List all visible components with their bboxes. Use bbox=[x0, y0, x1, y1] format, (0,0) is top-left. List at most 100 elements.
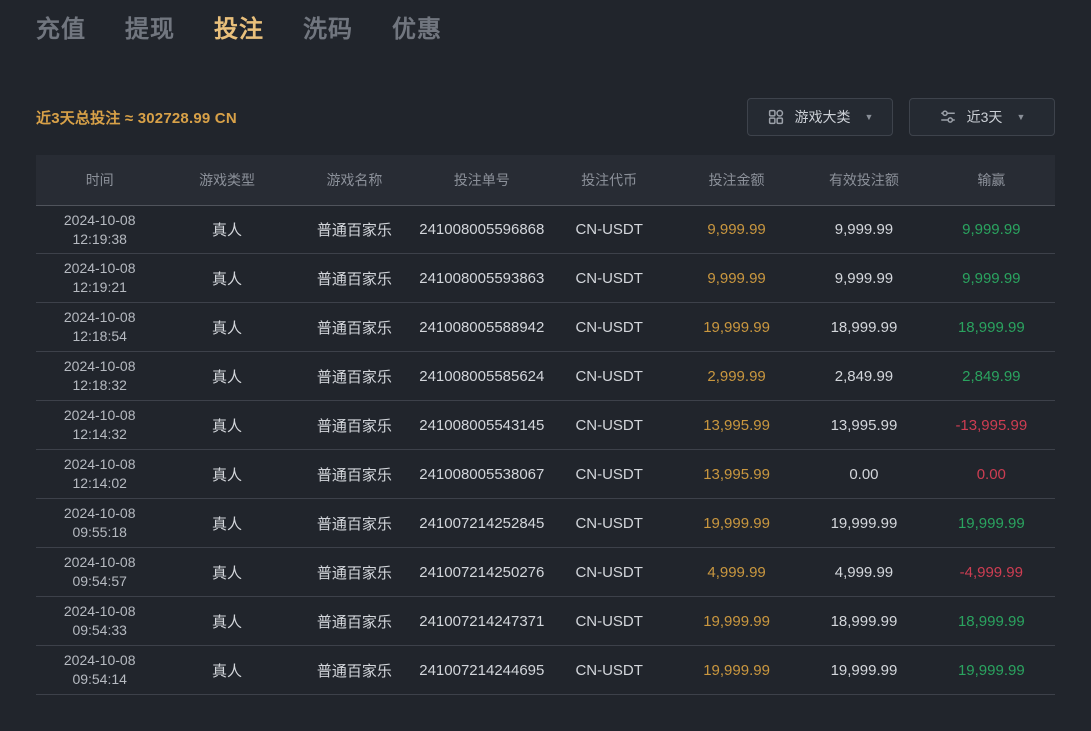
cell-time: 2024-10-08 12:19:21 bbox=[36, 259, 163, 297]
bets-table: 时间 游戏类型 游戏名称 投注单号 投注代币 投注金额 有效投注额 输赢 202… bbox=[36, 155, 1055, 695]
header-valid-bet: 有效投注额 bbox=[800, 170, 927, 190]
chevron-down-icon: ▼ bbox=[1016, 112, 1025, 122]
table-row: 2024-10-08 12:18:54 真人 普通百家乐 24100800558… bbox=[36, 303, 1055, 352]
cell-valid-bet: 4,999.99 bbox=[800, 564, 927, 581]
cell-valid-bet: 13,995.99 bbox=[800, 417, 927, 434]
cell-order-no: 241007214244695 bbox=[418, 662, 545, 679]
cell-order-no: 241008005538067 bbox=[418, 466, 545, 483]
cell-valid-bet: 18,999.99 bbox=[800, 319, 927, 336]
cell-time: 2024-10-08 12:19:38 bbox=[36, 211, 163, 249]
cell-game-type: 真人 bbox=[163, 562, 290, 583]
cell-bet-amount: 19,999.99 bbox=[673, 515, 800, 532]
cell-win-loss: 18,999.99 bbox=[928, 613, 1055, 630]
cell-win-loss: 2,849.99 bbox=[928, 368, 1055, 385]
cell-bet-amount: 2,999.99 bbox=[673, 368, 800, 385]
cell-game-type: 真人 bbox=[163, 464, 290, 485]
table-row: 2024-10-08 12:19:38 真人 普通百家乐 24100800559… bbox=[36, 205, 1055, 254]
cell-win-loss: 19,999.99 bbox=[928, 515, 1055, 532]
cell-game-name: 普通百家乐 bbox=[291, 415, 418, 436]
game-category-label: 游戏大类 bbox=[795, 107, 851, 127]
cell-order-no: 241008005596868 bbox=[418, 221, 545, 238]
cell-time: 2024-10-08 12:14:32 bbox=[36, 406, 163, 444]
cell-order-no: 241007214247371 bbox=[418, 613, 545, 630]
cell-valid-bet: 2,849.99 bbox=[800, 368, 927, 385]
cell-bet-amount: 13,995.99 bbox=[673, 466, 800, 483]
cell-valid-bet: 9,999.99 bbox=[800, 221, 927, 238]
tab-rebate[interactable]: 洗码 bbox=[303, 12, 353, 48]
cell-bet-amount: 9,999.99 bbox=[673, 270, 800, 287]
cell-game-type: 真人 bbox=[163, 219, 290, 240]
cell-game-type: 真人 bbox=[163, 366, 290, 387]
table-row: 2024-10-08 09:54:33 真人 普通百家乐 24100721424… bbox=[36, 597, 1055, 646]
cell-game-name: 普通百家乐 bbox=[291, 562, 418, 583]
cell-game-type: 真人 bbox=[163, 513, 290, 534]
game-category-dropdown[interactable]: 游戏大类 ▼ bbox=[747, 98, 893, 136]
header-game-name: 游戏名称 bbox=[291, 170, 418, 190]
cell-order-no: 241007214250276 bbox=[418, 564, 545, 581]
cell-game-type: 真人 bbox=[163, 415, 290, 436]
cell-token: CN-USDT bbox=[546, 368, 673, 385]
cell-bet-amount: 19,999.99 bbox=[673, 319, 800, 336]
cell-game-name: 普通百家乐 bbox=[291, 513, 418, 534]
table-row: 2024-10-08 12:14:32 真人 普通百家乐 24100800554… bbox=[36, 401, 1055, 450]
cell-time: 2024-10-08 12:18:32 bbox=[36, 357, 163, 395]
cell-win-loss: -13,995.99 bbox=[928, 417, 1055, 434]
cell-token: CN-USDT bbox=[546, 319, 673, 336]
date-range-label: 近3天 bbox=[967, 107, 1003, 127]
tab-promos[interactable]: 优惠 bbox=[392, 12, 442, 48]
table-body: 2024-10-08 12:19:38 真人 普通百家乐 24100800559… bbox=[36, 205, 1055, 695]
cell-token: CN-USDT bbox=[546, 270, 673, 287]
cell-win-loss: 9,999.99 bbox=[928, 270, 1055, 287]
tab-bets[interactable]: 投注 bbox=[214, 12, 264, 48]
table-row: 2024-10-08 09:54:57 真人 普通百家乐 24100721425… bbox=[36, 548, 1055, 597]
cell-win-loss: 18,999.99 bbox=[928, 319, 1055, 336]
tab-withdraw[interactable]: 提现 bbox=[125, 12, 175, 48]
date-range-dropdown[interactable]: 近3天 ▼ bbox=[909, 98, 1055, 136]
cell-time: 2024-10-08 12:18:54 bbox=[36, 308, 163, 346]
betting-records-page: 充值 提现 投注 洗码 优惠 近3天总投注 ≈ 302728.99 CN 游戏大… bbox=[0, 0, 1091, 695]
cell-token: CN-USDT bbox=[546, 466, 673, 483]
top-nav: 充值 提现 投注 洗码 优惠 bbox=[36, 0, 1055, 48]
cell-token: CN-USDT bbox=[546, 564, 673, 581]
header-time: 时间 bbox=[36, 170, 163, 190]
cell-token: CN-USDT bbox=[546, 662, 673, 679]
header-order-no: 投注单号 bbox=[418, 170, 545, 190]
header-bet-amount: 投注金额 bbox=[673, 170, 800, 190]
tab-deposit[interactable]: 充值 bbox=[36, 12, 86, 48]
grid-category-icon bbox=[767, 108, 785, 126]
cell-valid-bet: 0.00 bbox=[800, 466, 927, 483]
cell-token: CN-USDT bbox=[546, 613, 673, 630]
table-row: 2024-10-08 12:19:21 真人 普通百家乐 24100800559… bbox=[36, 254, 1055, 303]
cell-game-type: 真人 bbox=[163, 660, 290, 681]
table-header-row: 时间 游戏类型 游戏名称 投注单号 投注代币 投注金额 有效投注额 输赢 bbox=[36, 155, 1055, 205]
cell-token: CN-USDT bbox=[546, 221, 673, 238]
cell-game-name: 普通百家乐 bbox=[291, 219, 418, 240]
cell-time: 2024-10-08 09:55:18 bbox=[36, 504, 163, 542]
header-win-loss: 输赢 bbox=[928, 170, 1055, 190]
cell-bet-amount: 19,999.99 bbox=[673, 662, 800, 679]
header-game-type: 游戏类型 bbox=[163, 170, 290, 190]
cell-win-loss: 9,999.99 bbox=[928, 221, 1055, 238]
cell-bet-amount: 4,999.99 bbox=[673, 564, 800, 581]
cell-order-no: 241008005593863 bbox=[418, 270, 545, 287]
total-bets-summary: 近3天总投注 ≈ 302728.99 CN bbox=[36, 107, 237, 128]
cell-time: 2024-10-08 09:54:57 bbox=[36, 553, 163, 591]
cell-game-type: 真人 bbox=[163, 317, 290, 338]
table-row: 2024-10-08 12:18:32 真人 普通百家乐 24100800558… bbox=[36, 352, 1055, 401]
cell-game-type: 真人 bbox=[163, 611, 290, 632]
cell-game-type: 真人 bbox=[163, 268, 290, 289]
cell-token: CN-USDT bbox=[546, 515, 673, 532]
cell-game-name: 普通百家乐 bbox=[291, 366, 418, 387]
chevron-down-icon: ▼ bbox=[865, 112, 874, 122]
filters: 游戏大类 ▼ 近3天 ▼ bbox=[747, 98, 1055, 136]
toolbar: 近3天总投注 ≈ 302728.99 CN 游戏大类 ▼ bbox=[36, 98, 1055, 136]
cell-bet-amount: 13,995.99 bbox=[673, 417, 800, 434]
cell-valid-bet: 19,999.99 bbox=[800, 515, 927, 532]
cell-game-name: 普通百家乐 bbox=[291, 611, 418, 632]
header-token: 投注代币 bbox=[546, 170, 673, 190]
cell-game-name: 普通百家乐 bbox=[291, 660, 418, 681]
table-row: 2024-10-08 09:54:14 真人 普通百家乐 24100721424… bbox=[36, 646, 1055, 695]
cell-order-no: 241008005543145 bbox=[418, 417, 545, 434]
table-row: 2024-10-08 12:14:02 真人 普通百家乐 24100800553… bbox=[36, 450, 1055, 499]
cell-order-no: 241008005585624 bbox=[418, 368, 545, 385]
